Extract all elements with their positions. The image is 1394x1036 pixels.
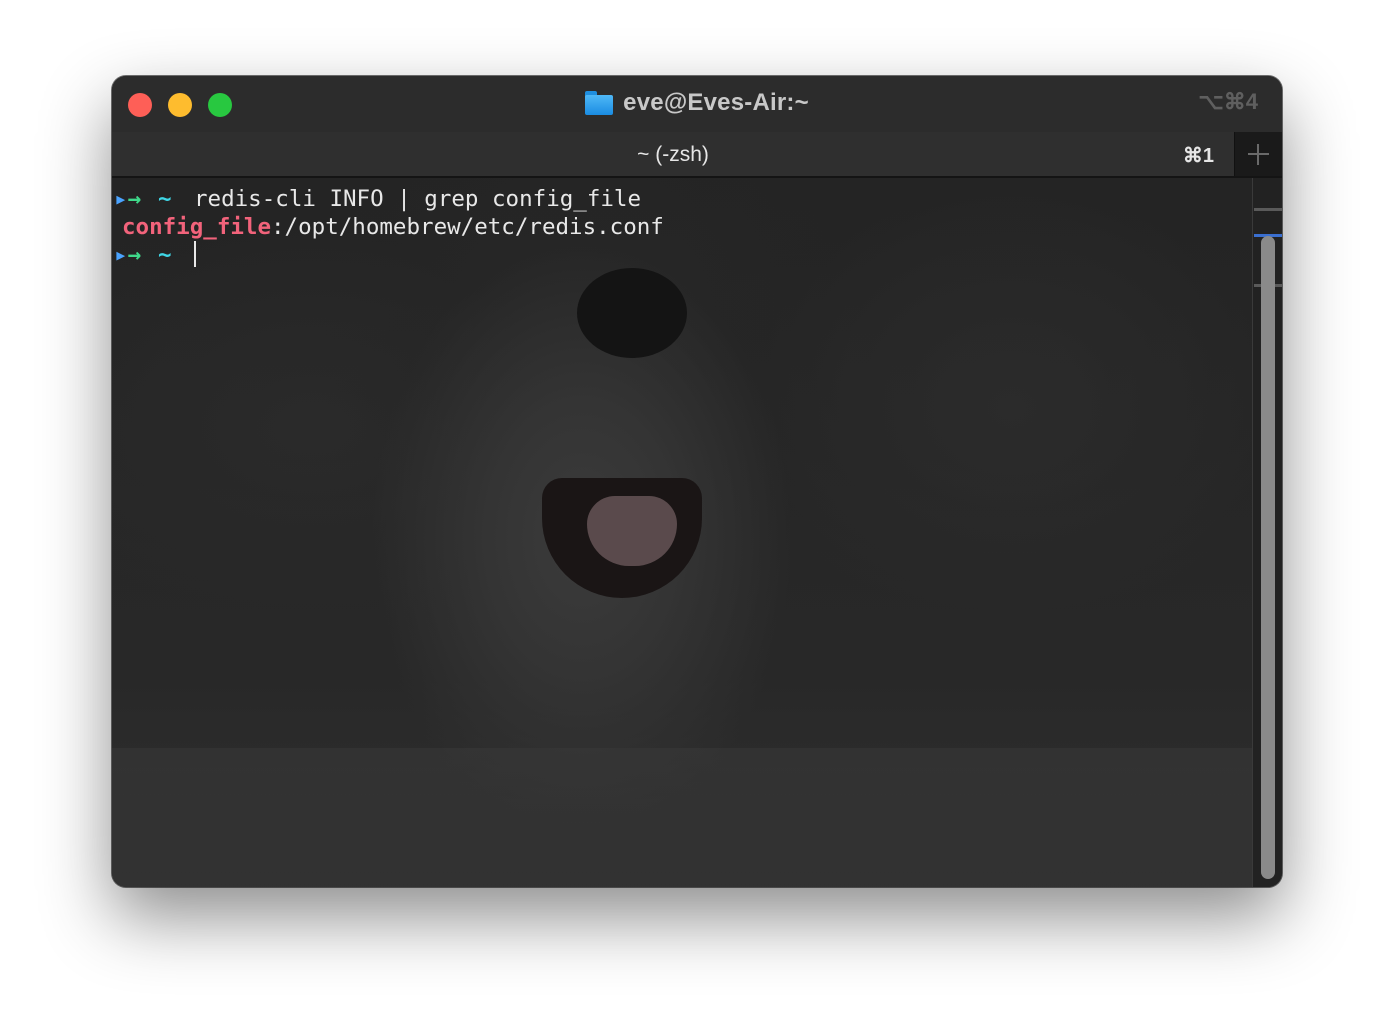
scroll-marker <box>1254 208 1282 211</box>
command-text: redis-cli INFO | grep config_file <box>194 186 642 212</box>
text-cursor <box>194 241 196 267</box>
prompt-arrow-icon: ▸→ <box>114 186 142 212</box>
output-value: :/opt/homebrew/etc/redis.conf <box>271 214 664 240</box>
terminal-line-command: ▸→ ~ redis-cli INFO | grep config_file <box>112 185 641 213</box>
window-title: eve@Eves-Air:~ <box>112 88 1282 118</box>
terminal-line-output: config_file:/opt/homebrew/etc/redis.conf <box>122 213 664 241</box>
folder-icon <box>585 91 614 115</box>
terminal-line-prompt: ▸→ ~ <box>112 241 196 269</box>
window-shortcut: ⌥⌘4 <box>1198 89 1258 114</box>
tab-label: ~ (-zsh) <box>637 143 709 166</box>
window-title-text: eve@Eves-Air:~ <box>623 89 809 116</box>
title-bar[interactable]: eve@Eves-Air:~ ⌥⌘4 <box>112 76 1282 132</box>
terminal-content[interactable]: ▸→ ~ redis-cli INFO | grep config_file con… <box>112 178 1252 887</box>
tab-shortcut: ⌘1 <box>1182 145 1214 167</box>
tab-zsh[interactable]: ~ (-zsh) <box>112 132 1234 176</box>
new-tab-button[interactable] <box>1234 132 1282 176</box>
background-image-dog <box>577 268 687 358</box>
scrollbar[interactable] <box>1252 178 1282 887</box>
output-key: config_file <box>122 214 272 240</box>
tab-bar: ~ (-zsh) ⌘1 <box>112 132 1282 178</box>
prompt-directory: ~ <box>158 242 172 268</box>
prompt-arrow-icon: ▸→ <box>114 242 142 268</box>
prompt-directory: ~ <box>158 186 172 212</box>
scrollbar-thumb[interactable] <box>1261 236 1275 879</box>
terminal-window: eve@Eves-Air:~ ⌥⌘4 ~ (-zsh) ⌘1 ▸→ ~ redis-… <box>112 76 1282 887</box>
